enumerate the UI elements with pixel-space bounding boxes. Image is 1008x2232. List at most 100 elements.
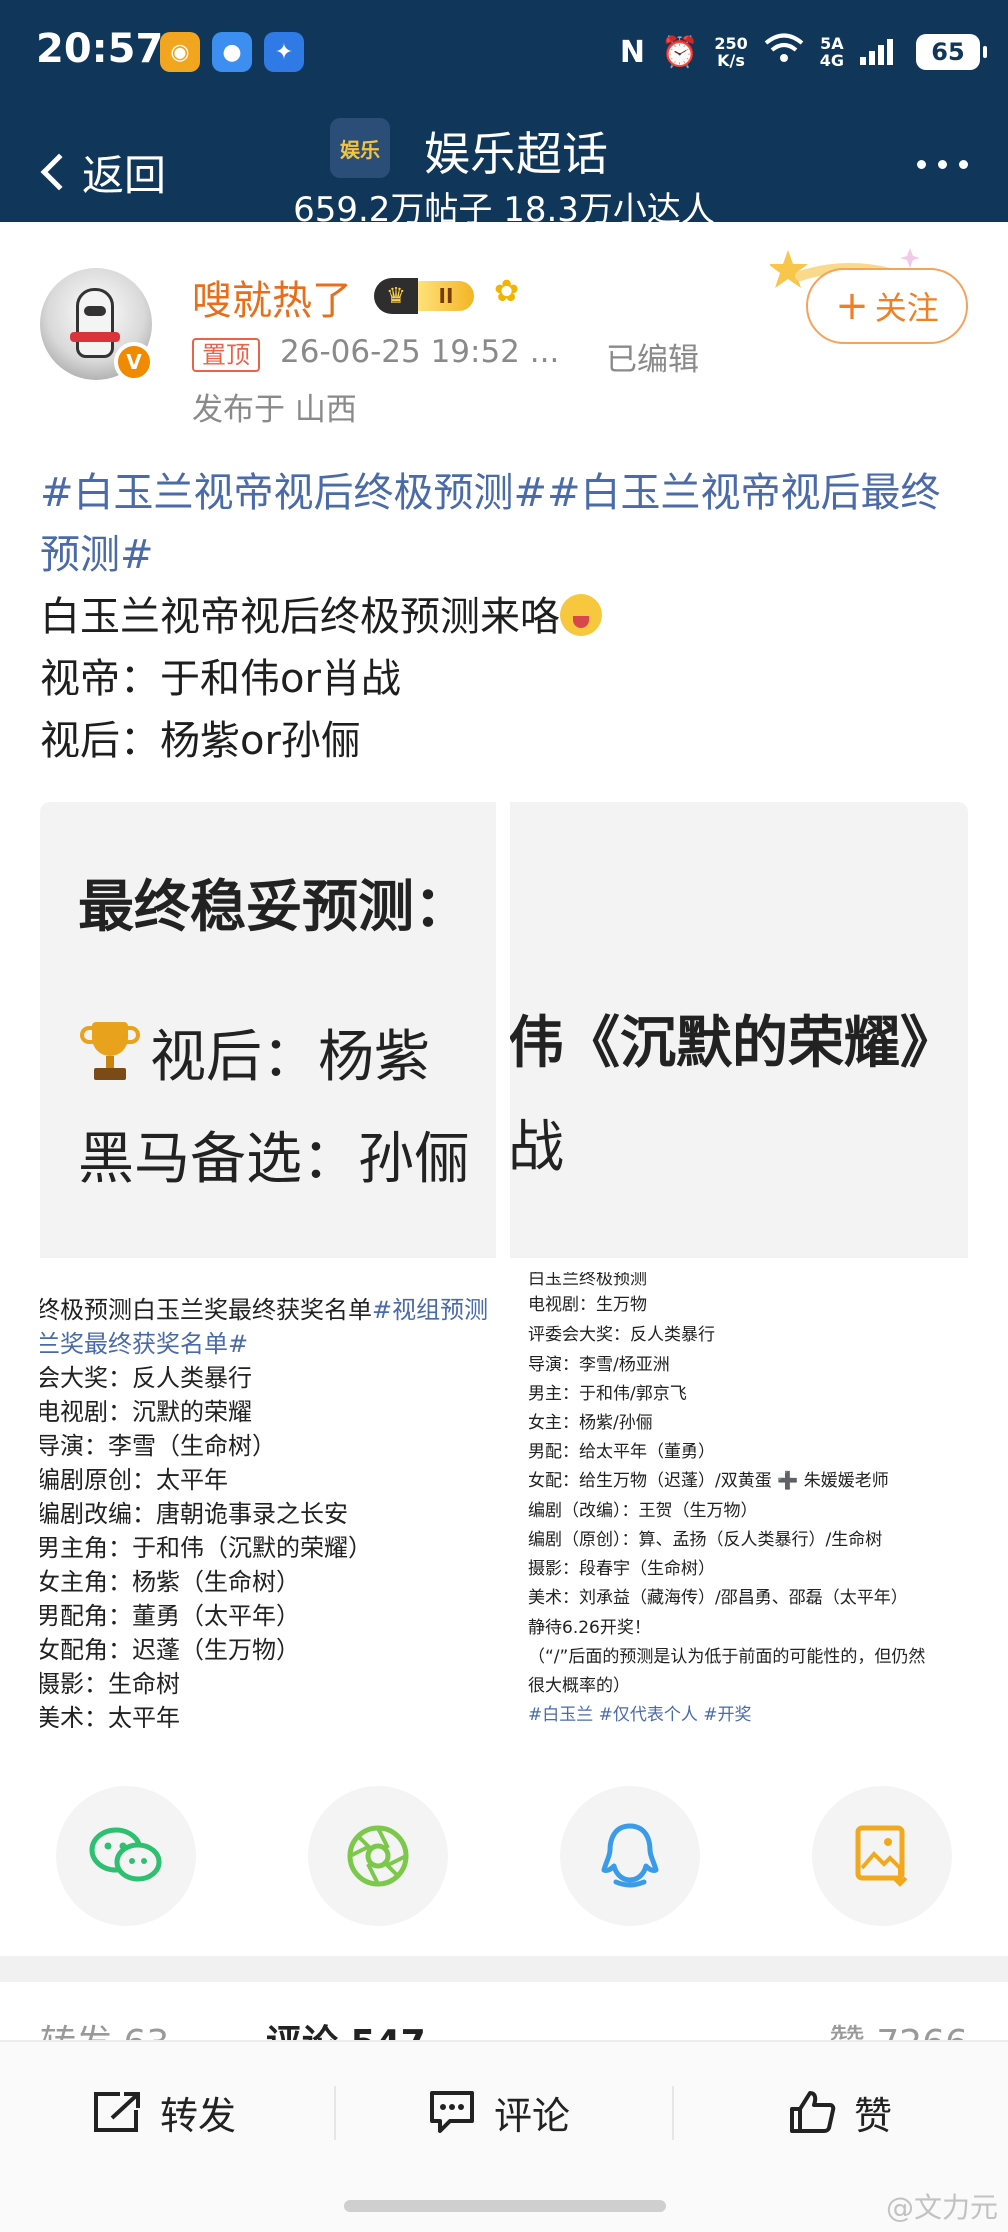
tips-app-icon: ✦ <box>264 32 304 72</box>
image-text: 女主角：杨紫（生命树） <box>40 1568 300 1596</box>
pinned-badge: 置顶 <box>192 338 260 372</box>
post-time: 26-06-25 19:52 ... <box>280 334 559 370</box>
post-text: #白玉兰视帝视后终极预测##白玉兰视帝视后最终预测# 白玉兰视帝视后终极预测来咯… <box>40 462 970 772</box>
follow-button[interactable]: + 关注 <box>806 268 968 344</box>
image-text: 战 <box>510 1115 564 1180</box>
image-text: 男主：于和伟/郭京飞 <box>528 1384 687 1404</box>
nfc-icon: N <box>619 34 645 70</box>
post-location: 发布于 山西 <box>192 392 357 428</box>
signal-icon <box>860 35 900 69</box>
avatar-face <box>84 306 106 316</box>
edited-label[interactable]: 已编辑 <box>606 334 699 379</box>
vip-badge[interactable]: ♛ II <box>374 278 474 314</box>
post-image-3[interactable]: 终极预测白玉兰奖最终获奖名单#视组预测 兰奖最终获奖名单# 会大奖：反人类暴行 … <box>40 1272 496 1728</box>
image-text: 编剧（改编）：王贺（生万物） <box>528 1501 758 1521</box>
post-image-4[interactable]: 白玉兰终极预测 电视剧：生万物 评委会大奖：反人类暴行 导演：李雪/杨亚洲 男主… <box>510 1272 968 1728</box>
more-options-button[interactable] <box>917 160 968 169</box>
image-text: 电视剧：生万物 <box>528 1295 647 1315</box>
share-wechat-button[interactable] <box>56 1786 196 1926</box>
post-image-2[interactable]: 伟《沉默的荣耀》 战 <box>510 802 968 1258</box>
image-text: 很大概率的） <box>528 1676 630 1696</box>
trophy-icon <box>78 1020 142 1084</box>
share-qq-button[interactable] <box>560 1786 700 1926</box>
image-hashtag: 兰奖最终获奖名单# <box>40 1330 249 1358</box>
tab-repost-count[interactable]: 转发 63 <box>40 2014 169 2040</box>
image-text: 女配角：迟蓬（生万物） <box>40 1636 300 1664</box>
follow-label: 关注 <box>874 289 939 327</box>
crown-icon: ♛ <box>374 278 418 314</box>
image-text: 静待6.26开奖！ <box>528 1618 651 1638</box>
post-image-1[interactable]: 最终稳妥预测： 视后：杨紫 黑马备选：孙俪 <box>40 802 496 1258</box>
image-text: 伟《沉默的荣耀》 <box>510 1011 956 1076</box>
home-indicator[interactable] <box>344 2200 666 2212</box>
post-line: 视后：杨紫or孙俪 <box>40 718 361 764</box>
image-text: 编剧原创：太平年 <box>40 1466 228 1494</box>
image-text-row: 终极预测白玉兰奖最终获奖名单#视组预测 <box>40 1290 488 1325</box>
status-bar: 20:57 ◉ ● ✦ N ⏰ 250 K/s 5A 4G 65 <box>0 0 1008 104</box>
image-text: 男配：给太平年（董勇） <box>528 1442 715 1462</box>
image-text: 女主：杨紫/孙俪 <box>528 1413 653 1433</box>
cellular-label: 5A 4G <box>820 35 844 69</box>
message-app-icon: ● <box>212 32 252 72</box>
network-bottom: 4G <box>819 51 844 70</box>
avatar-figure <box>76 288 114 358</box>
section-divider <box>0 1956 1008 1982</box>
repost-label: 转发 <box>160 2093 237 2138</box>
image-text: 女配：给生万物（迟蓬）/双黄蛋 ➕ 朱媛媛老师 <box>528 1471 889 1491</box>
comment-label: 评论 <box>494 2093 571 2138</box>
image-text: 终极预测白玉兰奖最终获奖名单 <box>40 1296 372 1324</box>
image-text: 美术：太平年 <box>40 1704 180 1728</box>
avatar-scarf <box>70 332 120 342</box>
post-line: 视帝：于和伟or肖战 <box>40 656 401 702</box>
post-line: 白玉兰视帝视后终极预测来咯 <box>40 594 560 640</box>
repost-button[interactable]: 转发 <box>92 2082 236 2142</box>
flower-icon: ✿ <box>494 274 520 309</box>
action-separator <box>334 2086 336 2140</box>
tongue-emoji-icon <box>560 594 602 636</box>
share-moments-button[interactable] <box>308 1786 448 1926</box>
network-speed: 250 K/s <box>714 35 747 69</box>
comment-button[interactable]: 评论 <box>428 2082 570 2142</box>
top-header: 20:57 ◉ ● ✦ N ⏰ 250 K/s 5A 4G 65 返回 娱乐 娱… <box>0 0 1008 222</box>
plus-icon: + <box>835 283 869 329</box>
dot-icon <box>938 160 947 169</box>
image-text: 电视剧：沉默的荣耀 <box>40 1398 252 1426</box>
repost-icon <box>94 2092 140 2132</box>
tab-comment-count[interactable]: 评论 547 <box>266 2014 426 2040</box>
image-text: 黑马备选：孙俪 <box>78 1127 470 1192</box>
like-label: 赞 <box>854 2093 893 2138</box>
dot-icon <box>917 160 926 169</box>
image-text: 导演：李雪（生命树） <box>40 1432 276 1460</box>
wifi-icon <box>764 32 804 72</box>
dot-icon <box>959 160 968 169</box>
post-ellipsis: ... <box>529 334 560 370</box>
image-text: 导演：李雪/杨亚洲 <box>528 1355 670 1375</box>
hashtag-link[interactable]: #白玉兰视帝视后终极预测# <box>40 470 547 516</box>
like-button[interactable]: 赞 <box>788 2082 892 2142</box>
save-image-button[interactable] <box>812 1786 952 1926</box>
image-text: 会大奖：反人类暴行 <box>40 1364 252 1392</box>
qq-icon <box>601 1823 659 1888</box>
comment-icon <box>430 2091 474 2133</box>
image-text: 视后：杨紫 <box>150 1025 430 1090</box>
topic-title[interactable]: 娱乐超话 <box>424 118 608 184</box>
image-text: 男配角：董勇（太平年） <box>40 1602 300 1630</box>
image-hashtag: #视组预测 <box>372 1296 489 1324</box>
image-text-row: 视后：杨紫 <box>78 1012 430 1093</box>
post-time-value: 26-06-25 19:52 <box>280 334 520 370</box>
wechat-icon <box>89 1827 162 1882</box>
image-text: 摄影：生命树 <box>40 1670 180 1698</box>
verified-badge-icon: V <box>114 342 154 382</box>
topic-logo[interactable]: 娱乐 <box>330 118 390 178</box>
image-hashtag: #白玉兰 #仅代表个人 #开奖 <box>528 1705 752 1725</box>
alarm-icon: ⏰ <box>660 34 699 70</box>
battery-icon: 65 <box>916 34 987 70</box>
image-text: 美术：刘承益（藏海传）/邵昌勇、邵磊（太平年） <box>528 1588 908 1608</box>
action-separator <box>672 2086 674 2140</box>
image-text: 评委会大奖：反人类暴行 <box>528 1325 715 1345</box>
image-text: 编剧（原创）：算、孟扬（反人类暴行）/生命树 <box>528 1530 883 1550</box>
username[interactable]: 嗖就热了 <box>192 268 352 326</box>
tab-like-count[interactable]: 赞 7266 <box>829 2014 968 2040</box>
image-text: 白玉兰终极预测 <box>528 1272 647 1289</box>
speed-unit: K/s <box>717 51 745 70</box>
